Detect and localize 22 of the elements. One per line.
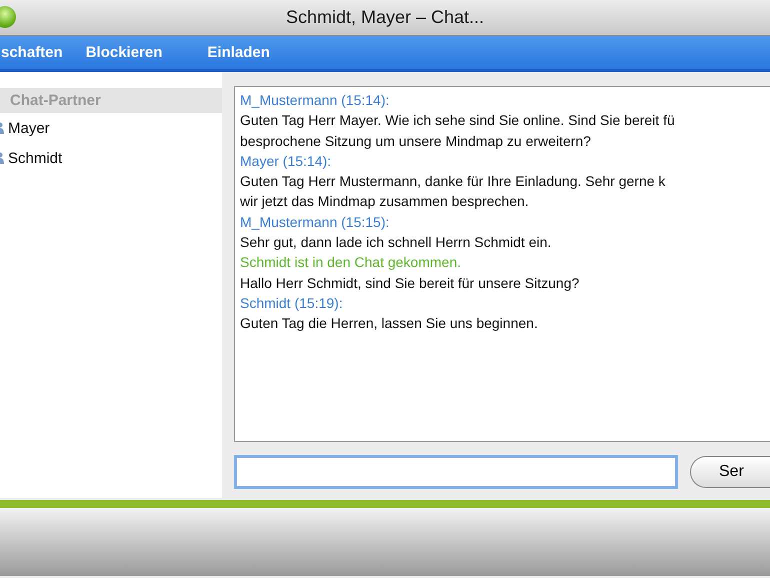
send-button[interactable]: Ser <box>690 456 770 488</box>
message-line: Hallo Herr Schmidt, sind Sie bereit für unsere Sitzung? <box>240 274 580 293</box>
sender-line: M_Mustermann (15:14): <box>240 91 390 110</box>
message-line: Guten Tag die Herren, lassen Sie uns beginnen. <box>240 314 539 334</box>
toolbar-button[interactable]: Blockieren <box>86 44 162 61</box>
window-title: Schmidt, Mayer – Chat... <box>286 7 484 28</box>
message-line: Sehr gut, dann lade ich schnell Herrn Schmidt ein. <box>240 233 552 252</box>
system-message: Schmidt ist in den Chat gekommen. <box>240 253 462 272</box>
chat-partner-name[interactable]: Schmidt <box>8 150 62 166</box>
message-input[interactable] <box>234 455 678 489</box>
chat-partner-name[interactable]: Mayer <box>8 120 50 136</box>
message-line: besprochene Sitzung um unsere Mindmap zu erweitern? <box>240 132 592 151</box>
message-line: Guten Tag Herr Mustermann, danke für Ihre Einladung. Sehr gerne k <box>240 172 666 192</box>
sender-line: Schmidt (15:19): <box>240 294 344 313</box>
message-line: wir jetzt das Mindmap zusammen besprechen. <box>240 192 530 212</box>
sender-line: M_Mustermann (15:15): <box>240 212 390 232</box>
sender-line: Mayer (15:14): <box>240 152 332 171</box>
sidebar-header: Chat-Partner <box>0 88 222 113</box>
message-line: Guten Tag Herr Mayer. Wie ich sehe sind Sie online. Sind Sie bereit fü <box>240 111 676 130</box>
toolbar-button[interactable]: Einladen <box>207 44 270 61</box>
toolbar-button[interactable]: schaften <box>1 44 63 61</box>
window-button[interactable] <box>0 6 16 28</box>
